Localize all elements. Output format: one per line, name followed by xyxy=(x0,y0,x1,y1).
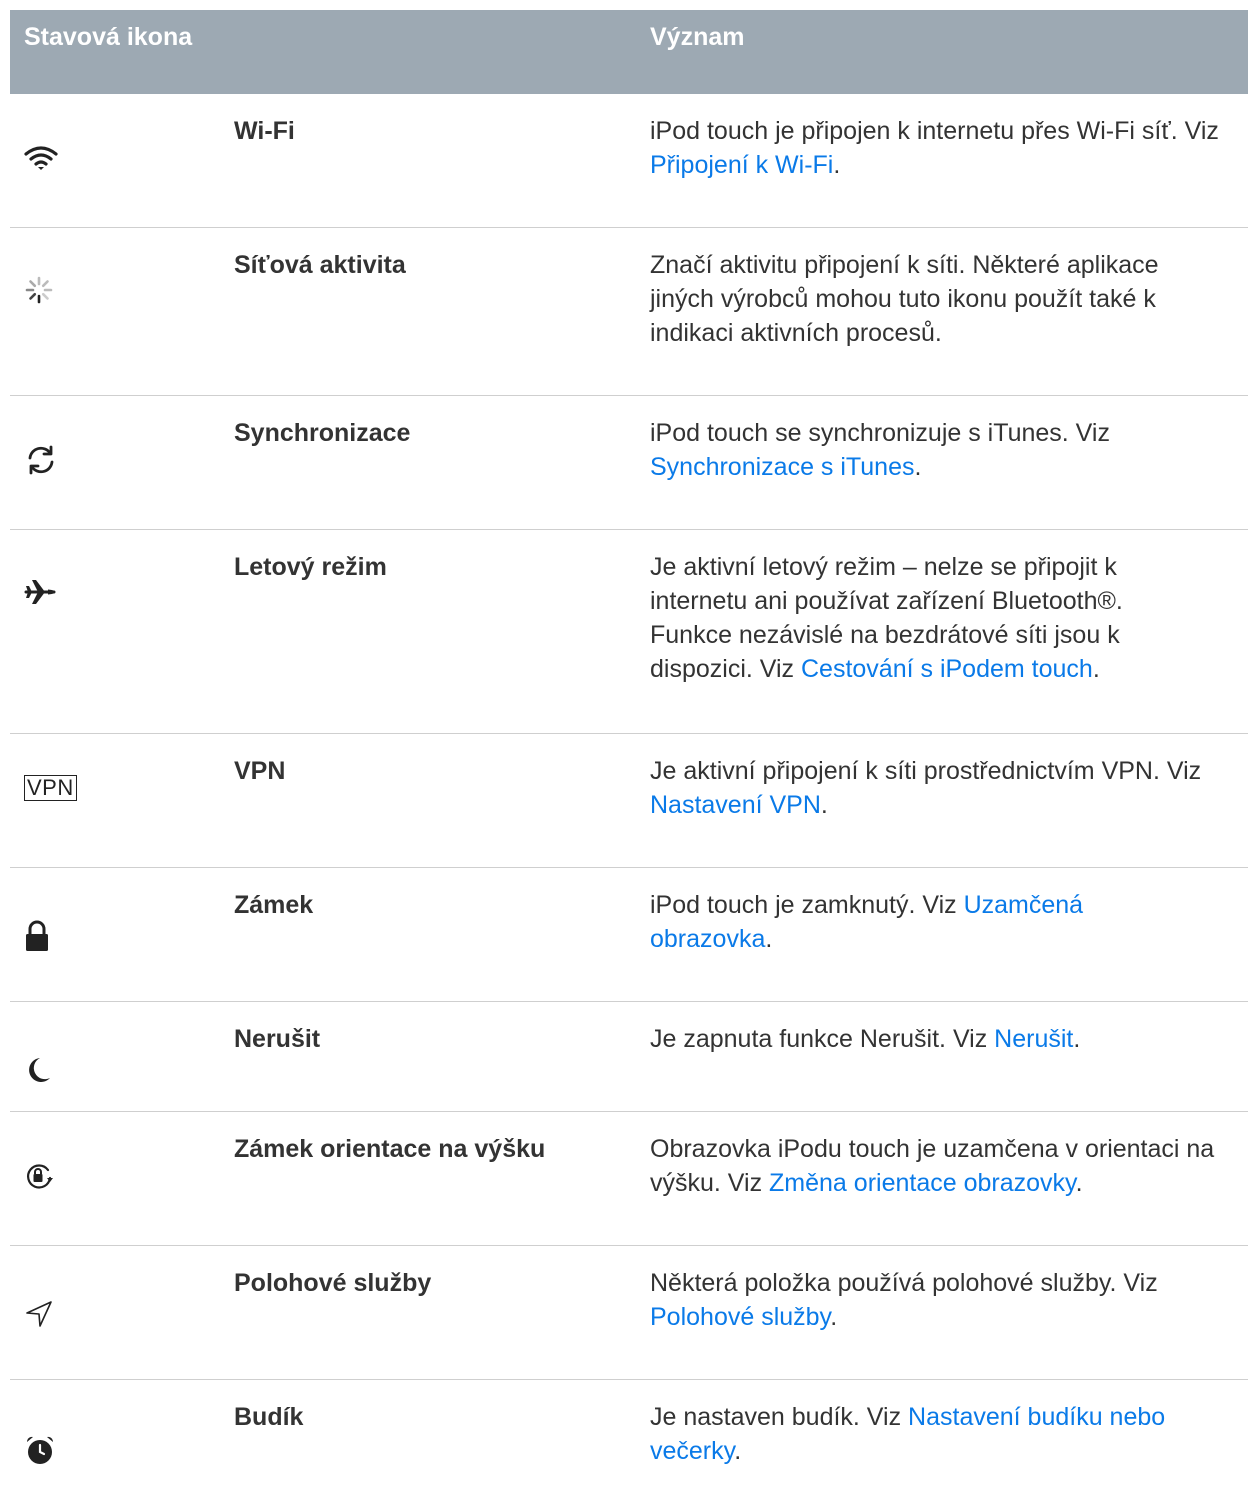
link-orientation[interactable]: Změna orientace obrazovky xyxy=(769,1169,1076,1197)
lock-icon xyxy=(24,914,94,958)
description-suffix: . xyxy=(833,151,841,179)
description-suffix: . xyxy=(1075,1169,1083,1197)
row-name: VPN xyxy=(234,757,286,785)
table-header: Stavová ikona Význam xyxy=(10,10,1248,94)
row-name: Zámek orientace na výšku xyxy=(234,1135,546,1163)
description-suffix: . xyxy=(765,925,773,953)
table-row: Letový režim Je aktivní letový režim – n… xyxy=(10,530,1248,734)
link-do-not-disturb[interactable]: Nerušit xyxy=(994,1025,1073,1053)
row-description: iPod touch se synchronizuje s iTunes. Vi… xyxy=(650,416,1210,484)
status-icons-table: Stavová ikona Význam Wi-Fi iPod touch je… xyxy=(10,10,1248,1490)
table-row: Wi-Fi iPod touch je připojen k internetu… xyxy=(10,94,1248,228)
row-description: Je aktivní letový režim – nelze se připo… xyxy=(650,550,1210,686)
table-row: Polohové služby Některá položka používá … xyxy=(10,1246,1248,1380)
row-name: Synchronizace xyxy=(234,419,411,447)
sync-icon xyxy=(24,438,94,482)
row-description: iPod touch je zamknutý. Viz Uzamčená obr… xyxy=(650,888,1170,956)
table-row: Zámek orientace na výšku Obrazovka iPodu… xyxy=(10,1112,1248,1246)
description-suffix: . xyxy=(1073,1025,1081,1053)
row-name: Budík xyxy=(234,1403,304,1431)
location-arrow-icon xyxy=(24,1292,94,1336)
table-row: Nerušit Je zapnuta funkce Nerušit. Viz N… xyxy=(10,1002,1248,1112)
description-suffix: . xyxy=(734,1437,742,1465)
row-description: Je aktivní připojení k síti prostřednict… xyxy=(650,754,1248,822)
row-description: Obrazovka iPodu touch je uzamčena v orie… xyxy=(650,1132,1248,1200)
row-description: Některá položka používá polohové služby.… xyxy=(650,1266,1248,1334)
description-text: iPod touch je připojen k internetu přes … xyxy=(650,117,1219,145)
description-text: Je nastaven budík. Viz xyxy=(650,1403,909,1431)
network-activity-icon xyxy=(24,268,94,312)
description-text: Některá položka používá polohové služby.… xyxy=(650,1269,1158,1297)
alarm-clock-icon xyxy=(24,1428,94,1472)
table-row: Zámek iPod touch je zamknutý. Viz Uzamče… xyxy=(10,868,1248,1002)
header-icon-column: Stavová ikona xyxy=(24,23,193,51)
description-suffix: . xyxy=(1092,655,1100,683)
table-row: Budík Je nastaven budík. Viz Nastavení b… xyxy=(10,1380,1248,1490)
row-description: Je zapnuta funkce Nerušit. Viz Nerušit. xyxy=(650,1022,1248,1056)
link-travel[interactable]: Cestování s iPodem touch xyxy=(801,655,1093,683)
link-wifi[interactable]: Připojení k Wi-Fi xyxy=(650,151,833,179)
description-text: iPod touch se synchronizuje s iTunes. Vi… xyxy=(650,419,1110,447)
description-suffix: . xyxy=(830,1303,838,1331)
row-name: Letový režim xyxy=(234,553,387,581)
header-meaning-column: Význam xyxy=(650,23,745,51)
link-sync[interactable]: Synchronizace s iTunes xyxy=(650,453,914,481)
orientation-lock-icon xyxy=(24,1154,94,1198)
link-location-services[interactable]: Polohové služby xyxy=(650,1303,830,1331)
row-name: Zámek xyxy=(234,891,314,919)
row-name: Nerušit xyxy=(234,1025,321,1053)
row-name: Polohové služby xyxy=(234,1269,432,1297)
row-description: Je nastaven budík. Viz Nastavení budíku … xyxy=(650,1400,1230,1468)
row-name: Wi-Fi xyxy=(234,117,295,145)
description-suffix: . xyxy=(914,453,922,481)
row-description: Značí aktivitu připojení k síti. Některé… xyxy=(650,248,1210,350)
wifi-icon xyxy=(24,136,94,180)
link-vpn[interactable]: Nastavení VPN xyxy=(650,791,821,819)
description-text: Značí aktivitu připojení k síti. Některé… xyxy=(650,251,1159,347)
description-text: iPod touch je zamknutý. Viz xyxy=(650,891,964,919)
row-name: Síťová aktivita xyxy=(234,251,406,279)
vpn-badge: VPN xyxy=(24,775,77,801)
moon-icon xyxy=(24,1048,94,1092)
row-description: iPod touch je připojen k internetu přes … xyxy=(650,114,1248,182)
table-row: Síťová aktivita Značí aktivitu připojení… xyxy=(10,228,1248,396)
description-text: Je aktivní připojení k síti prostřednict… xyxy=(650,757,1202,785)
table-row: Synchronizace iPod touch se synchronizuj… xyxy=(10,396,1248,530)
airplane-icon xyxy=(24,570,94,614)
description-suffix: . xyxy=(820,791,828,819)
table-row: VPN VPN Je aktivní připojení k síti pros… xyxy=(10,734,1248,868)
description-text: Je zapnuta funkce Nerušit. Viz xyxy=(650,1025,995,1053)
vpn-icon: VPN xyxy=(24,766,94,810)
